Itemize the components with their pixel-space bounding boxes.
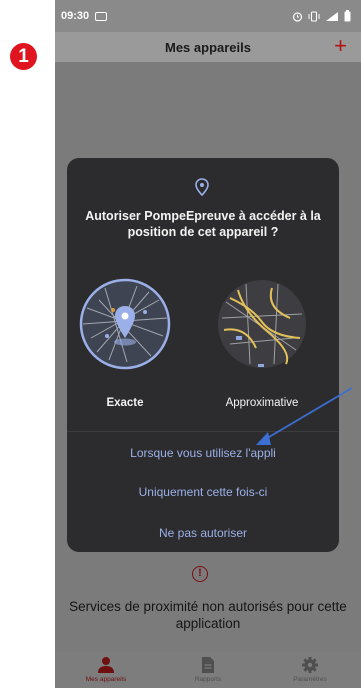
nav-item-parametres[interactable]: Paramètres xyxy=(259,652,361,688)
battery-icon xyxy=(344,10,351,22)
phone-screen: 09:30 Mes appareils + ! Services de prox… xyxy=(55,0,361,688)
bottom-navigation: Mes appareils Rapports Paramètres xyxy=(55,652,361,688)
approximate-option-label: Approximative xyxy=(225,397,299,409)
dialog-divider xyxy=(67,431,339,432)
proximity-warning-message: Services de proximité non autorisés pour… xyxy=(69,599,347,631)
document-icon xyxy=(202,657,214,673)
dialog-title: Autoriser PompeEpreuve à accéder à la po… xyxy=(85,209,321,239)
add-device-button[interactable]: + xyxy=(334,35,347,57)
warning-icon: ! xyxy=(192,566,208,582)
location-permission-dialog: Autoriser PompeEpreuve à accéder à la po… xyxy=(67,158,339,552)
nav-item-rapports[interactable]: Rapports xyxy=(157,652,259,688)
vibrate-icon xyxy=(308,10,320,22)
exact-location-option[interactable] xyxy=(79,278,171,370)
deny-button[interactable]: Ne pas autoriser xyxy=(67,526,339,540)
exact-option-label: Exacte xyxy=(106,397,144,409)
notification-icon xyxy=(95,11,108,21)
status-time: 09:30 xyxy=(61,10,90,22)
gear-icon xyxy=(302,657,318,673)
alarm-icon xyxy=(292,11,303,22)
signal-icon xyxy=(326,11,338,21)
nav-label: Paramètres xyxy=(293,676,327,683)
page-title: Mes appareils xyxy=(165,39,251,55)
nav-label: Mes appareils xyxy=(85,676,127,683)
allow-only-this-time-button[interactable]: Uniquement cette fois-ci xyxy=(67,485,339,499)
location-pin-icon xyxy=(195,178,209,196)
step-number-badge: 1 xyxy=(10,43,37,70)
person-icon xyxy=(98,657,114,673)
nav-label: Rapports xyxy=(194,676,222,683)
screenshot-stage: 1 09:30 Mes appareils + ! Services de pr… xyxy=(0,0,361,688)
app-bar: Mes appareils + xyxy=(55,32,361,62)
allow-while-using-button[interactable]: Lorsque vous utilisez l'appli xyxy=(67,446,339,460)
status-icons xyxy=(292,10,351,22)
status-bar: 09:30 xyxy=(55,0,361,32)
nav-item-mes-appareils[interactable]: Mes appareils xyxy=(55,652,157,688)
approximate-location-option[interactable] xyxy=(216,278,308,370)
